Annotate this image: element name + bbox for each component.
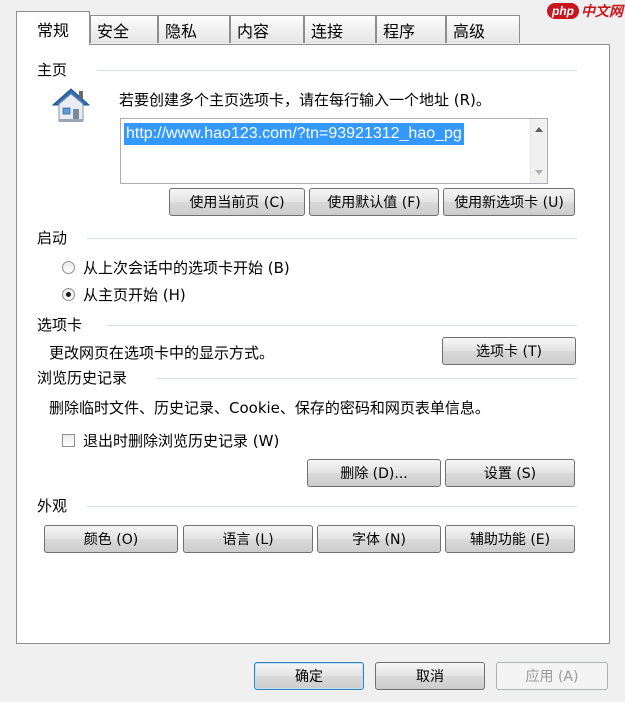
home-icon bbox=[51, 88, 91, 122]
history-group-title: 浏览历史记录 bbox=[37, 367, 134, 388]
scroll-up-icon[interactable] bbox=[535, 127, 543, 132]
use-current-page-button[interactable]: 使用当前页 (C) bbox=[169, 188, 305, 216]
history-divider bbox=[157, 378, 577, 379]
startup-last-session-radio[interactable] bbox=[62, 261, 75, 274]
startup-divider bbox=[87, 238, 577, 239]
tab-programs[interactable]: 程序 bbox=[376, 15, 446, 43]
ok-button[interactable]: 确定 bbox=[254, 662, 364, 690]
startup-last-session-label[interactable]: 从上次会话中的选项卡开始 (B) bbox=[83, 257, 290, 278]
use-new-tab-button[interactable]: 使用新选项卡 (U) bbox=[443, 188, 575, 216]
appearance-divider bbox=[87, 506, 577, 507]
tab-security[interactable]: 安全 bbox=[90, 15, 158, 43]
tab-privacy[interactable]: 隐私 bbox=[158, 15, 230, 43]
accessibility-button[interactable]: 辅助功能 (E) bbox=[445, 525, 575, 553]
startup-homepage-radio[interactable] bbox=[62, 288, 75, 301]
homepage-group-title: 主页 bbox=[37, 59, 74, 80]
tab-content[interactable]: 内容 bbox=[230, 15, 304, 43]
startup-homepage-label[interactable]: 从主页开始 (H) bbox=[83, 284, 186, 305]
scroll-down-icon[interactable] bbox=[535, 170, 543, 175]
cancel-button[interactable]: 取消 bbox=[375, 662, 485, 690]
appearance-group-title: 外观 bbox=[37, 495, 74, 516]
tab-general[interactable]: 常规 bbox=[16, 11, 90, 45]
delete-history-button[interactable]: 删除 (D)... bbox=[307, 459, 441, 487]
delete-on-exit-checkbox[interactable] bbox=[62, 434, 75, 447]
homepage-divider bbox=[97, 70, 577, 71]
colors-button[interactable]: 颜色 (O) bbox=[44, 525, 178, 553]
fonts-button[interactable]: 字体 (N) bbox=[317, 525, 441, 553]
homepage-url-text: http://www.hao123.com/?tn=93921312_hao_p… bbox=[124, 123, 464, 145]
tabs-divider bbox=[107, 325, 577, 326]
general-tab-panel: 主页 若要创建多个主页选项卡，请在每行输入一个地址 (R)。 http://ww… bbox=[16, 44, 610, 644]
delete-on-exit-label[interactable]: 退出时删除浏览历史记录 (W) bbox=[83, 430, 279, 451]
tab-connections[interactable]: 连接 bbox=[304, 15, 376, 43]
history-settings-button[interactable]: 设置 (S) bbox=[445, 459, 575, 487]
tabs-settings-button[interactable]: 选项卡 (T) bbox=[442, 337, 576, 365]
use-default-button[interactable]: 使用默认值 (F) bbox=[309, 188, 439, 216]
languages-button[interactable]: 语言 (L) bbox=[183, 525, 313, 553]
homepage-url-textarea[interactable]: http://www.hao123.com/?tn=93921312_hao_p… bbox=[120, 118, 548, 184]
tabs-description: 更改网页在选项卡中的显示方式。 bbox=[49, 344, 275, 362]
tabs-group-title: 选项卡 bbox=[37, 314, 89, 335]
homepage-instruction: 若要创建多个主页选项卡，请在每行输入一个地址 (R)。 bbox=[119, 91, 491, 109]
startup-group-title: 启动 bbox=[37, 227, 74, 248]
apply-button[interactable]: 应用 (A) bbox=[496, 662, 608, 690]
history-description: 删除临时文件、历史记录、Cookie、保存的密码和网页表单信息。 bbox=[49, 399, 490, 417]
url-scrollbar[interactable] bbox=[530, 119, 547, 183]
tab-strip: 常规 安全 隐私 内容 连接 程序 高级 bbox=[0, 0, 625, 45]
tab-advanced[interactable]: 高级 bbox=[446, 15, 520, 43]
